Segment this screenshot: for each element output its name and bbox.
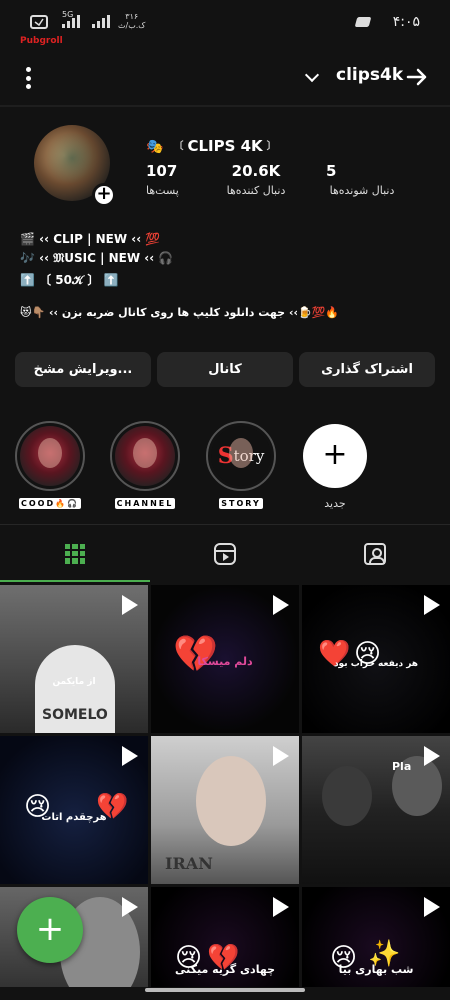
post-thumbnail[interactable]: IRAN bbox=[151, 736, 299, 884]
play-icon bbox=[424, 595, 440, 615]
grid-icon bbox=[65, 543, 85, 564]
bio-line: 😻👇🏽 ‹‹ جهت دانلود کلیپ ها روی کانال ضربه… bbox=[20, 306, 340, 319]
highlight-cood[interactable]: COOD🔥🎧 bbox=[15, 421, 85, 510]
post-thumbnail[interactable]: SOMELO از مایکمن bbox=[0, 585, 148, 733]
stat-following[interactable]: 5 دنبال شونده‌ها bbox=[320, 162, 404, 197]
tab-tagged[interactable] bbox=[300, 525, 450, 582]
post-thumbnail[interactable]: 😢 💔 چهادی گریه میکنی bbox=[151, 887, 299, 987]
post-thumbnail[interactable]: 😢 💔 هرچقدم اتات bbox=[0, 736, 148, 884]
highlight-story[interactable]: Story STORY bbox=[206, 421, 276, 510]
bio-line: 🎶 ‹‹ 𝔐USIC | NEW ‹‹ 🎧 bbox=[20, 251, 174, 265]
post-thumbnail[interactable]: 💔 دلم میسکا bbox=[151, 585, 299, 733]
play-icon bbox=[273, 897, 289, 917]
share-profile-button[interactable]: اشتراک گذاری bbox=[299, 352, 435, 387]
create-post-button[interactable]: + bbox=[17, 897, 83, 963]
avatar[interactable]: + bbox=[34, 125, 116, 207]
profile-header: clips4k bbox=[0, 50, 450, 105]
play-icon bbox=[273, 746, 289, 766]
highlight-label: COOD🔥🎧 bbox=[18, 498, 82, 509]
plus-icon: + bbox=[303, 424, 367, 488]
post-thumbnail[interactable]: ❤️ 😢 هر دیفعه خراب بود bbox=[302, 585, 450, 733]
highlight-cover bbox=[115, 426, 175, 486]
add-story-icon[interactable]: + bbox=[92, 183, 116, 207]
signal-icon bbox=[30, 15, 48, 29]
highlight-cover: Story bbox=[211, 426, 271, 486]
new-highlight-button[interactable]: + جدید bbox=[300, 421, 370, 510]
status-bar: 5G ۳۱۶ ک.ب/ث ۴:۰۵ bbox=[0, 0, 450, 44]
kebab-menu-icon[interactable] bbox=[22, 67, 34, 89]
active-tab-indicator bbox=[0, 580, 150, 582]
play-icon bbox=[273, 595, 289, 615]
post-thumbnail[interactable]: Pla bbox=[302, 736, 450, 884]
highlight-label: STORY bbox=[219, 498, 263, 509]
tagged-icon bbox=[364, 542, 386, 565]
home-indicator[interactable] bbox=[145, 988, 305, 992]
post-thumbnail[interactable]: 😢 ✨ شب بهاری بیا bbox=[302, 887, 450, 987]
battery-icon bbox=[354, 17, 372, 27]
chevron-down-icon[interactable] bbox=[304, 67, 320, 83]
highlight-label: جدید bbox=[324, 497, 346, 510]
signal-bars-icon bbox=[62, 14, 80, 28]
username[interactable]: clips4k bbox=[336, 65, 403, 85]
broken-heart-icon: 💔 bbox=[173, 634, 218, 675]
highlight-cover bbox=[20, 426, 80, 486]
play-icon bbox=[122, 595, 138, 615]
bio-line: ⬆️ 〔 50𝒦 〕 ⬆️ bbox=[20, 273, 119, 287]
display-name: 🎭 〔 CLIPS 4K 〕 bbox=[146, 137, 277, 155]
signal-bars-icon bbox=[92, 14, 110, 28]
bio-line: 🎬 ‹‹ CLIP | NEW ‹‹ 💯 bbox=[20, 232, 161, 246]
tab-grid[interactable] bbox=[0, 525, 150, 582]
highlight-channel[interactable]: CHANNEL bbox=[110, 421, 180, 510]
network-speed: ۳۱۶ ک.ب/ث bbox=[118, 12, 146, 30]
channel-button[interactable]: کانال bbox=[157, 352, 293, 387]
play-icon bbox=[122, 897, 138, 917]
divider bbox=[0, 105, 450, 107]
arrow-right-icon[interactable] bbox=[406, 66, 428, 88]
stat-posts[interactable]: 107 پست‌ها bbox=[146, 162, 179, 197]
reels-icon bbox=[214, 542, 236, 565]
tab-reels[interactable] bbox=[150, 525, 300, 582]
clock: ۴:۰۵ bbox=[392, 14, 420, 30]
watermark-logo: Pubgroll bbox=[20, 36, 63, 46]
edit-profile-button[interactable]: ویرایش مشخ... bbox=[15, 352, 151, 387]
play-icon bbox=[424, 746, 440, 766]
stat-followers[interactable]: 20.6K دنبال کننده‌ها bbox=[216, 162, 296, 197]
highlight-label: CHANNEL bbox=[114, 498, 176, 509]
play-icon bbox=[424, 897, 440, 917]
play-icon bbox=[122, 746, 138, 766]
